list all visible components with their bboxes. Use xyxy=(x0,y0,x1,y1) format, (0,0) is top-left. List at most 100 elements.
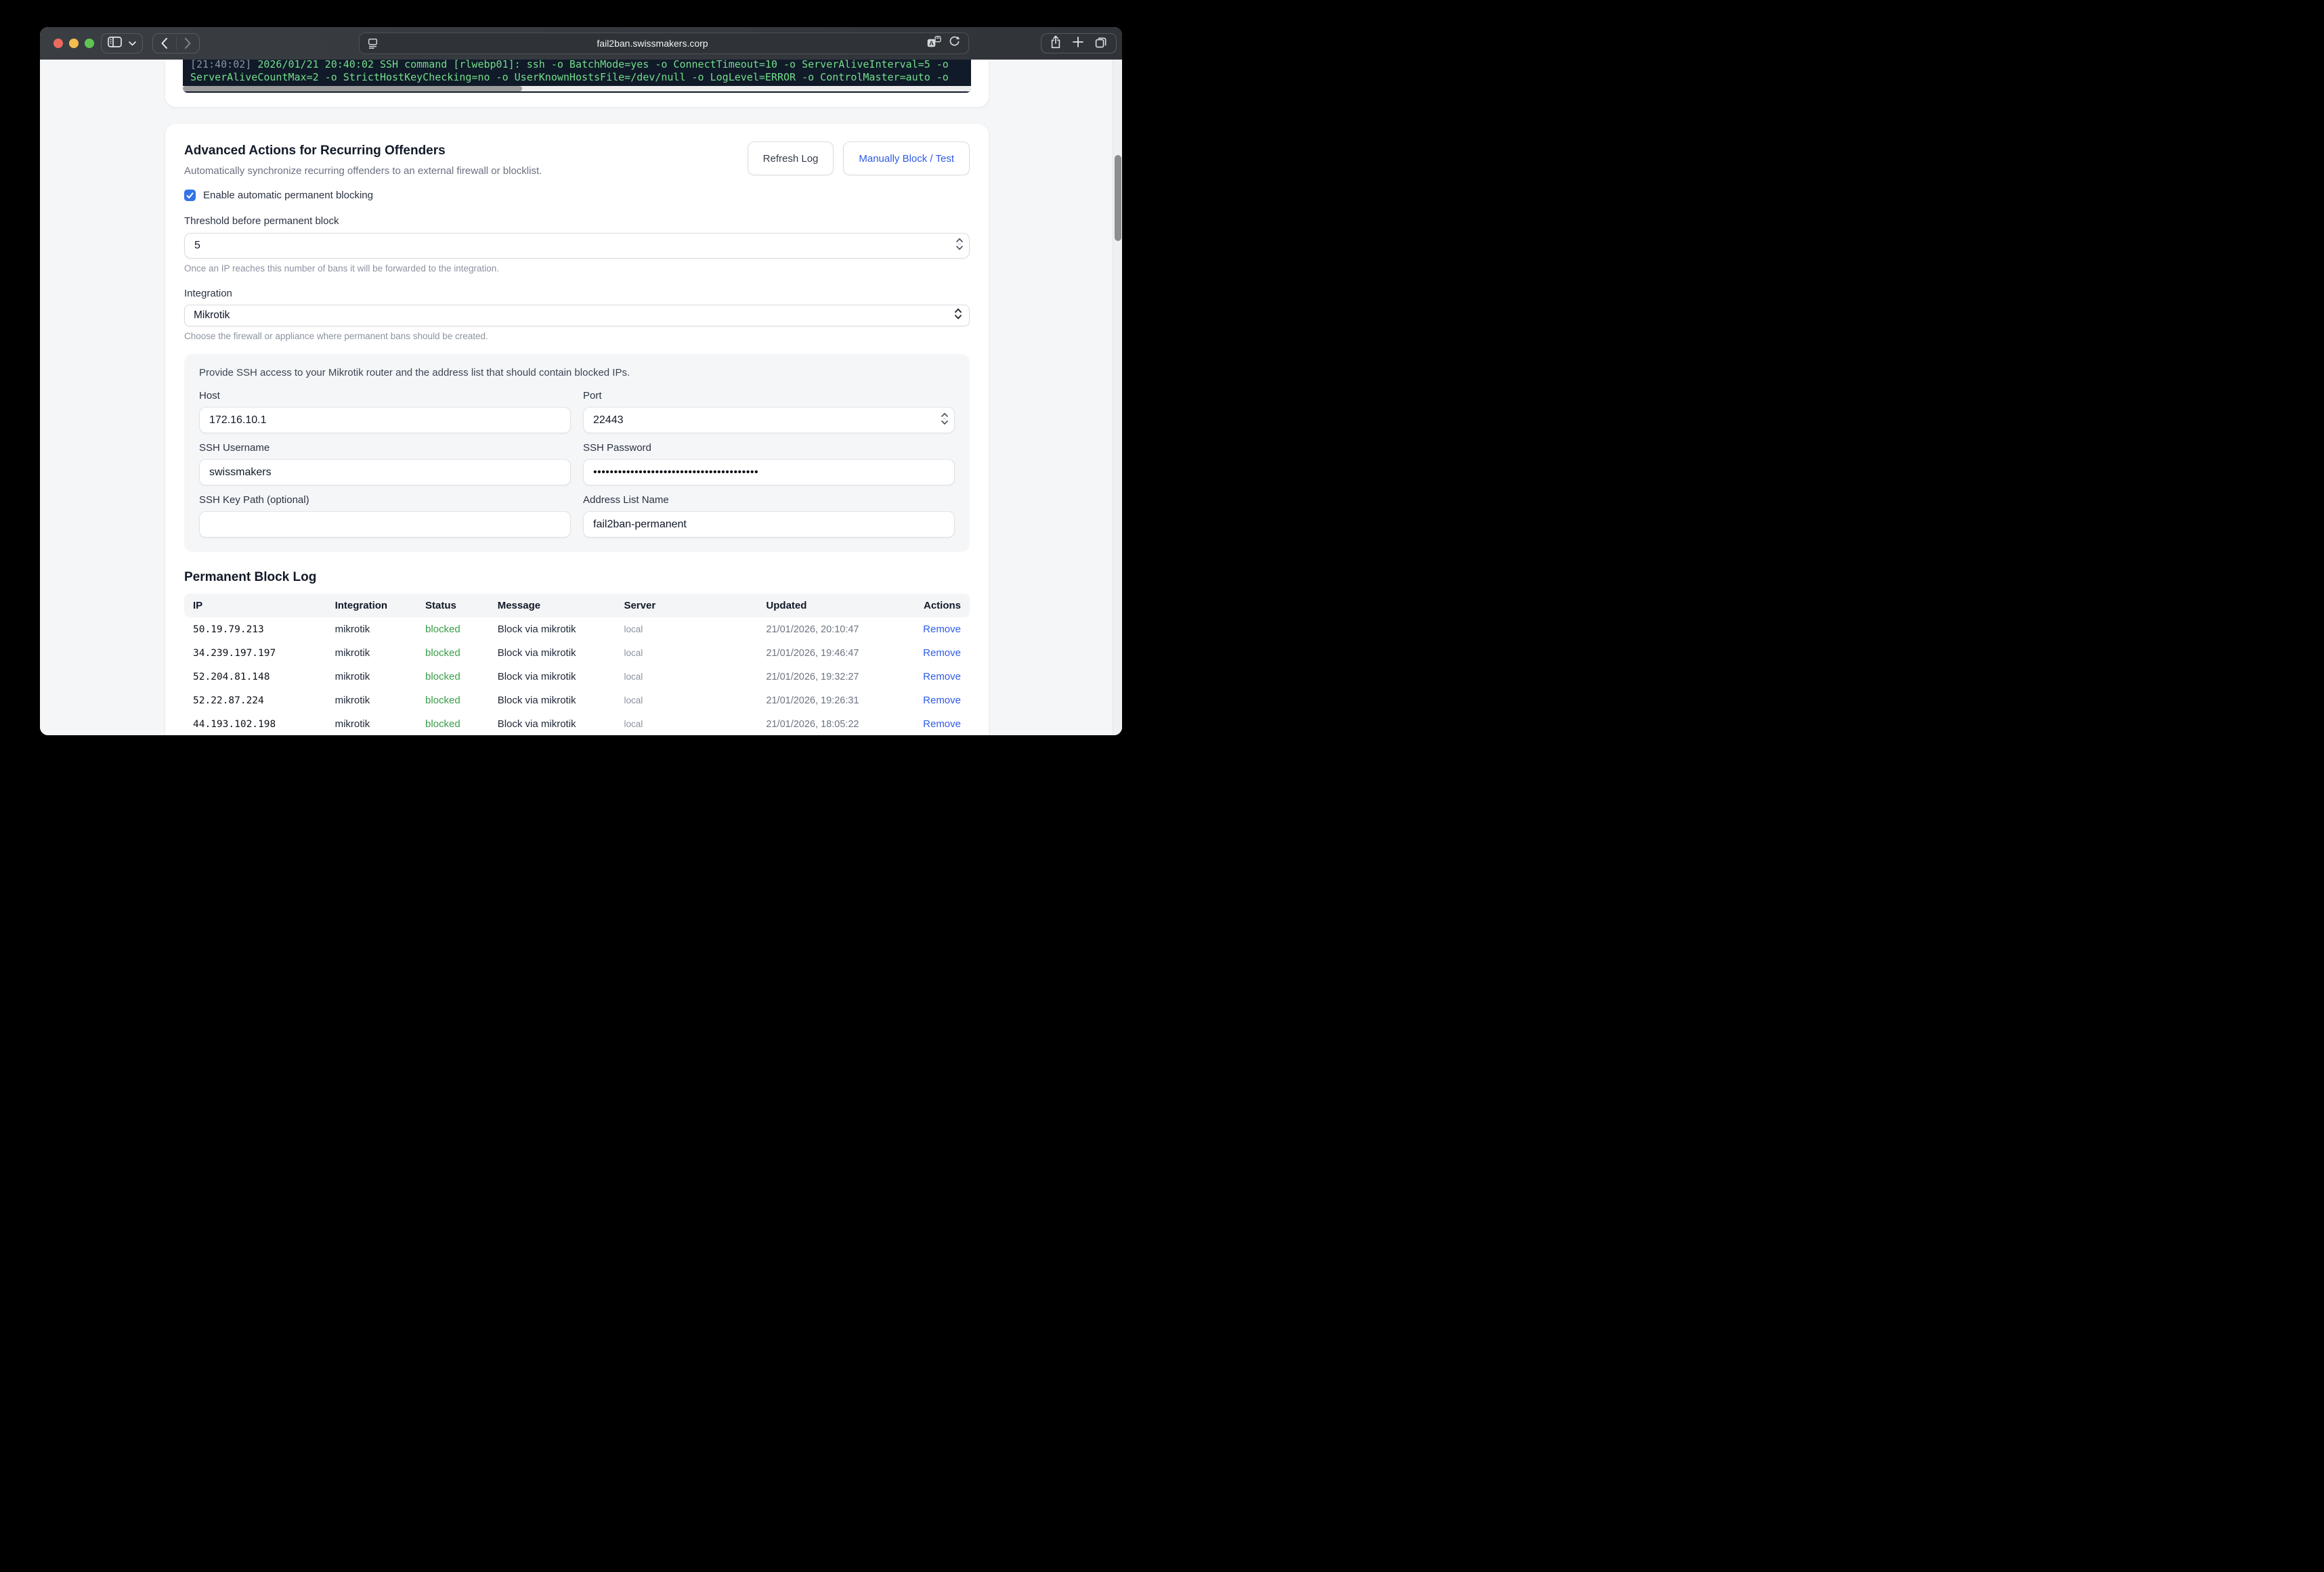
sidebar-toggle-button[interactable] xyxy=(101,33,143,53)
integration-help: Choose the firewall or appliance where p… xyxy=(184,331,970,341)
forward-button[interactable] xyxy=(176,34,199,53)
remove-link[interactable]: Remove xyxy=(923,671,961,682)
page-format-icon[interactable] xyxy=(368,38,378,49)
enable-blocking-label: Enable automatic permanent blocking xyxy=(203,190,373,201)
ssh-panel-intro: Provide SSH access to your Mikrotik rout… xyxy=(199,367,955,378)
cell-updated: 21/01/2026, 19:46:47 xyxy=(760,641,909,665)
cell-message: Block via mikrotik xyxy=(492,641,619,665)
log-terminal-card: [21:40:02] 2026/01/21 20:40:02 SSH comma… xyxy=(165,60,989,107)
browser-toolbar: fail2ban.swissmakers.corp A xyxy=(40,27,1122,60)
block-log-table: IP Integration Status Message Server Upd… xyxy=(184,594,970,735)
forward-chevron-icon xyxy=(186,39,190,48)
remove-link[interactable]: Remove xyxy=(923,647,961,659)
ssh-username-input[interactable] xyxy=(199,459,571,485)
cell-integration: mikrotik xyxy=(330,641,420,665)
horizontal-scrollbar-thumb[interactable] xyxy=(183,86,522,91)
cell-server: local xyxy=(618,712,760,735)
browser-window: fail2ban.swissmakers.corp A xyxy=(40,27,1122,735)
cell-updated: 21/01/2026, 18:05:22 xyxy=(760,712,909,735)
enable-blocking-checkbox[interactable] xyxy=(184,190,196,201)
block-log-title: Permanent Block Log xyxy=(184,570,970,585)
window-action-buttons xyxy=(1041,33,1117,53)
terminal-timestamp: [21:40:02] xyxy=(190,60,251,70)
new-tab-icon[interactable] xyxy=(1073,37,1083,51)
back-button[interactable] xyxy=(153,34,176,53)
cell-server: local xyxy=(618,641,760,665)
column-header-updated: Updated xyxy=(760,594,909,617)
minimize-window-button[interactable] xyxy=(69,39,79,48)
cell-status: blocked xyxy=(420,641,492,665)
table-row: 50.19.79.213 mikrotik blocked Block via … xyxy=(184,617,970,641)
column-header-status: Status xyxy=(420,594,492,617)
table-row: 52.204.81.148 mikrotik blocked Block via… xyxy=(184,665,970,689)
port-label: Port xyxy=(583,390,955,401)
ssh-settings-panel: Provide SSH access to your Mikrotik rout… xyxy=(184,354,970,552)
remove-link[interactable]: Remove xyxy=(923,695,961,706)
cell-updated: 21/01/2026, 19:32:27 xyxy=(760,665,909,689)
cell-status: blocked xyxy=(420,617,492,641)
table-header-row: IP Integration Status Message Server Upd… xyxy=(184,594,970,617)
column-header-message: Message xyxy=(492,594,619,617)
cell-ip: 44.193.102.198 xyxy=(184,712,330,735)
svg-text:A: A xyxy=(929,40,934,47)
remove-link[interactable]: Remove xyxy=(923,718,961,730)
cell-ip: 50.19.79.213 xyxy=(184,617,330,641)
share-icon[interactable] xyxy=(1050,35,1061,52)
advanced-actions-card: Advanced Actions for Recurring Offenders… xyxy=(165,124,989,735)
cell-ip: 52.204.81.148 xyxy=(184,665,330,689)
integration-selected-value: Mikrotik xyxy=(194,309,230,322)
refresh-log-button[interactable]: Refresh Log xyxy=(748,141,834,175)
sidebar-icon xyxy=(108,37,122,51)
cell-message: Block via mikrotik xyxy=(492,712,619,735)
cell-server: local xyxy=(618,617,760,641)
translate-icon[interactable]: A xyxy=(927,36,941,51)
ssh-password-field[interactable]: •••••••••••••••••••••••••••••••••••••••• xyxy=(583,459,955,485)
select-chevrons-icon xyxy=(954,307,962,324)
stepper-icon[interactable] xyxy=(955,237,964,255)
host-input[interactable] xyxy=(199,407,571,433)
cell-server: local xyxy=(618,665,760,689)
host-label: Host xyxy=(199,390,571,401)
terminal-horizontal-scrollbar[interactable] xyxy=(183,86,971,91)
address-bar[interactable]: fail2ban.swissmakers.corp A xyxy=(359,32,969,54)
column-header-ip: IP xyxy=(184,594,330,617)
integration-label: Integration xyxy=(184,288,970,299)
integration-select[interactable]: Mikrotik xyxy=(184,305,970,326)
cell-integration: mikrotik xyxy=(330,617,420,641)
cell-integration: mikrotik xyxy=(330,712,420,735)
table-row: 34.239.197.197 mikrotik blocked Block vi… xyxy=(184,641,970,665)
checkmark-icon xyxy=(186,192,194,199)
ssh-username-label: SSH Username xyxy=(199,442,571,454)
port-input[interactable] xyxy=(583,407,955,433)
chevron-down-icon xyxy=(129,37,136,49)
table-row: 44.193.102.198 mikrotik blocked Block vi… xyxy=(184,712,970,735)
remove-link[interactable]: Remove xyxy=(923,624,961,635)
stepper-icon[interactable] xyxy=(941,412,949,429)
cell-ip: 34.239.197.197 xyxy=(184,641,330,665)
terminal-line: ServerAliveCountMax=2 -o StrictHostKeyCh… xyxy=(183,71,971,84)
terminal-line: [21:40:02] 2026/01/21 20:40:02 SSH comma… xyxy=(183,60,971,71)
log-terminal: [21:40:02] 2026/01/21 20:40:02 SSH comma… xyxy=(183,60,971,93)
vertical-scrollbar-thumb[interactable] xyxy=(1115,155,1121,241)
threshold-input[interactable] xyxy=(184,233,970,259)
column-header-actions: Actions xyxy=(910,594,970,617)
manually-block-test-button[interactable]: Manually Block / Test xyxy=(843,141,970,175)
section-subtitle: Automatically synchronize recurring offe… xyxy=(184,165,542,177)
threshold-label: Threshold before permanent block xyxy=(184,215,970,227)
page-vertical-scrollbar[interactable] xyxy=(1113,60,1122,735)
ssh-key-path-input[interactable] xyxy=(199,511,571,538)
cell-integration: mikrotik xyxy=(330,665,420,689)
tab-overview-icon[interactable] xyxy=(1095,36,1107,51)
column-header-integration: Integration xyxy=(330,594,420,617)
close-window-button[interactable] xyxy=(53,39,63,48)
reload-icon[interactable] xyxy=(949,36,960,51)
back-chevron-icon xyxy=(163,39,167,48)
cell-integration: mikrotik xyxy=(330,689,420,712)
url-text[interactable]: fail2ban.swissmakers.corp xyxy=(378,38,927,49)
cell-server: local xyxy=(618,689,760,712)
address-list-name-label: Address List Name xyxy=(583,494,955,506)
cell-message: Block via mikrotik xyxy=(492,617,619,641)
zoom-window-button[interactable] xyxy=(85,39,94,48)
section-title: Advanced Actions for Recurring Offenders xyxy=(184,144,542,158)
address-list-name-input[interactable] xyxy=(583,511,955,538)
